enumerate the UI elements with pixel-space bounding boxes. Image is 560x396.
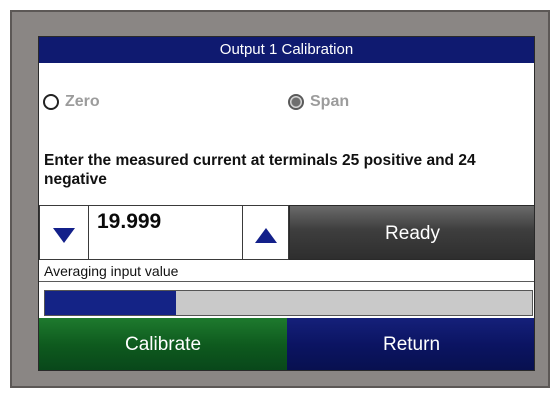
progress-bar-fill [45,291,177,315]
radio-span[interactable]: Span [288,93,349,111]
ready-status-button[interactable]: Ready [289,205,534,260]
measured-value-field[interactable]: 19.999 [88,205,243,260]
radio-zero[interactable]: Zero [43,93,100,111]
status-message: Averaging input value [39,260,534,282]
return-button[interactable]: Return [287,318,534,370]
screen-title: Output 1 Calibration [39,37,534,63]
calibrate-button[interactable]: Calibrate [39,318,287,370]
value-entry-row: 19.999 Ready [39,205,534,260]
radio-zero-label: Zero [65,93,100,110]
measured-value: 19.999 [97,210,162,233]
triangle-up-icon [255,228,277,243]
calibration-screen: Output 1 Calibration Zero Span Enter the… [38,36,535,371]
progress-bar [44,290,533,316]
mode-radio-group: Zero Span [39,93,534,117]
triangle-down-icon [53,228,75,243]
radio-span-label: Span [310,93,350,110]
instruction-text: Enter the measured current at terminals … [44,152,476,188]
decrement-button[interactable] [39,205,89,260]
increment-button[interactable] [242,205,289,260]
radio-selected-icon [288,94,304,110]
radio-unselected-icon [43,94,59,110]
